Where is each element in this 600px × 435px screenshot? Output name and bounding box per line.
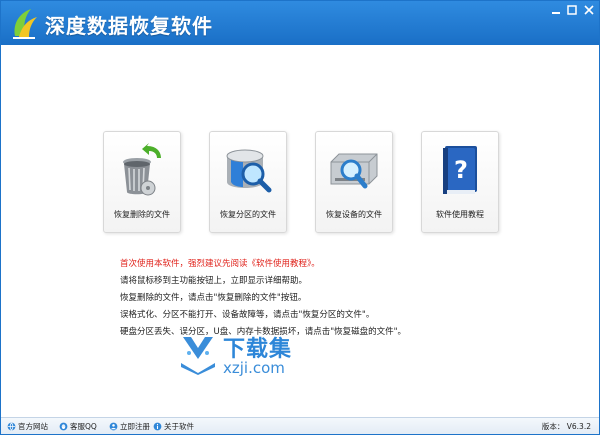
recover-partition-files-button[interactable]: 恢复分区的文件 [209,131,287,233]
minimize-button[interactable] [549,4,563,16]
close-icon [584,5,594,15]
qq-icon [59,422,68,431]
version-label: 版本： V6.3.2 [541,422,591,431]
about-software-link[interactable]: 关于软件 [153,421,194,432]
link-label: 关于软件 [164,422,194,431]
status-bar: 官方网站 客服QQ 立即注册 关于软件 版本： V6.3.2 [1,417,599,434]
leaf-logo-icon [13,9,37,39]
globe-icon [7,422,16,431]
recover-device-files-button[interactable]: 恢复设备的文件 [315,131,393,233]
minimize-icon [552,12,560,14]
help-line: 恢复删除的文件，请点击"恢复删除的文件"按钮。 [120,293,307,303]
device-search-icon [330,153,378,189]
card-label: 恢复分区的文件 [220,210,276,219]
card-label: 软件使用教程 [436,210,484,219]
window-title: 深度数据恢复软件 [45,14,213,38]
register-link[interactable]: 立即注册 [109,421,150,432]
help-text: 首次使用本软件，强烈建议先阅读《软件使用教程》。 请将鼠标移到主功能按钮上，立即… [120,256,406,341]
recover-deleted-files-button[interactable]: 恢复删除的文件 [103,131,181,233]
help-line: 请将鼠标移到主功能按钮上，立即显示详细帮助。 [120,276,308,286]
link-label: 客服QQ [70,422,97,431]
maximize-button[interactable] [565,4,579,16]
user-guide-button[interactable]: ? 软件使用教程 [421,131,499,233]
watermark-url: xzji.com [223,359,285,377]
svg-text:?: ? [454,156,468,184]
watermark: 下载集 xzji.com [177,331,327,381]
app-window: 深度数据恢复软件 恢复删除的文件 恢复分区的文件 恢复设备的文件 ? 软件使用教… [0,0,600,435]
card-label: 恢复删除的文件 [114,210,170,219]
disk-search-icon [226,149,272,193]
customer-service-qq-link[interactable]: 客服QQ [59,421,97,432]
title-bar[interactable]: 深度数据恢复软件 [1,1,599,45]
register-icon [109,422,118,431]
official-website-link[interactable]: 官方网站 [7,421,48,432]
card-label: 恢复设备的文件 [326,210,382,219]
download-arrow-logo-icon [181,337,215,375]
maximize-icon [567,5,577,15]
link-label: 立即注册 [120,422,150,431]
help-line: 误格式化、分区不能打开、设备故障等，请点击"恢复分区的文件"。 [120,310,375,320]
info-icon [153,422,162,431]
help-book-icon: ? [443,146,477,194]
trash-bin-icon [123,143,161,196]
close-button[interactable] [582,4,596,16]
help-line-warning: 首次使用本软件，强烈建议先阅读《软件使用教程》。 [120,259,320,269]
link-label: 官方网站 [18,422,48,431]
